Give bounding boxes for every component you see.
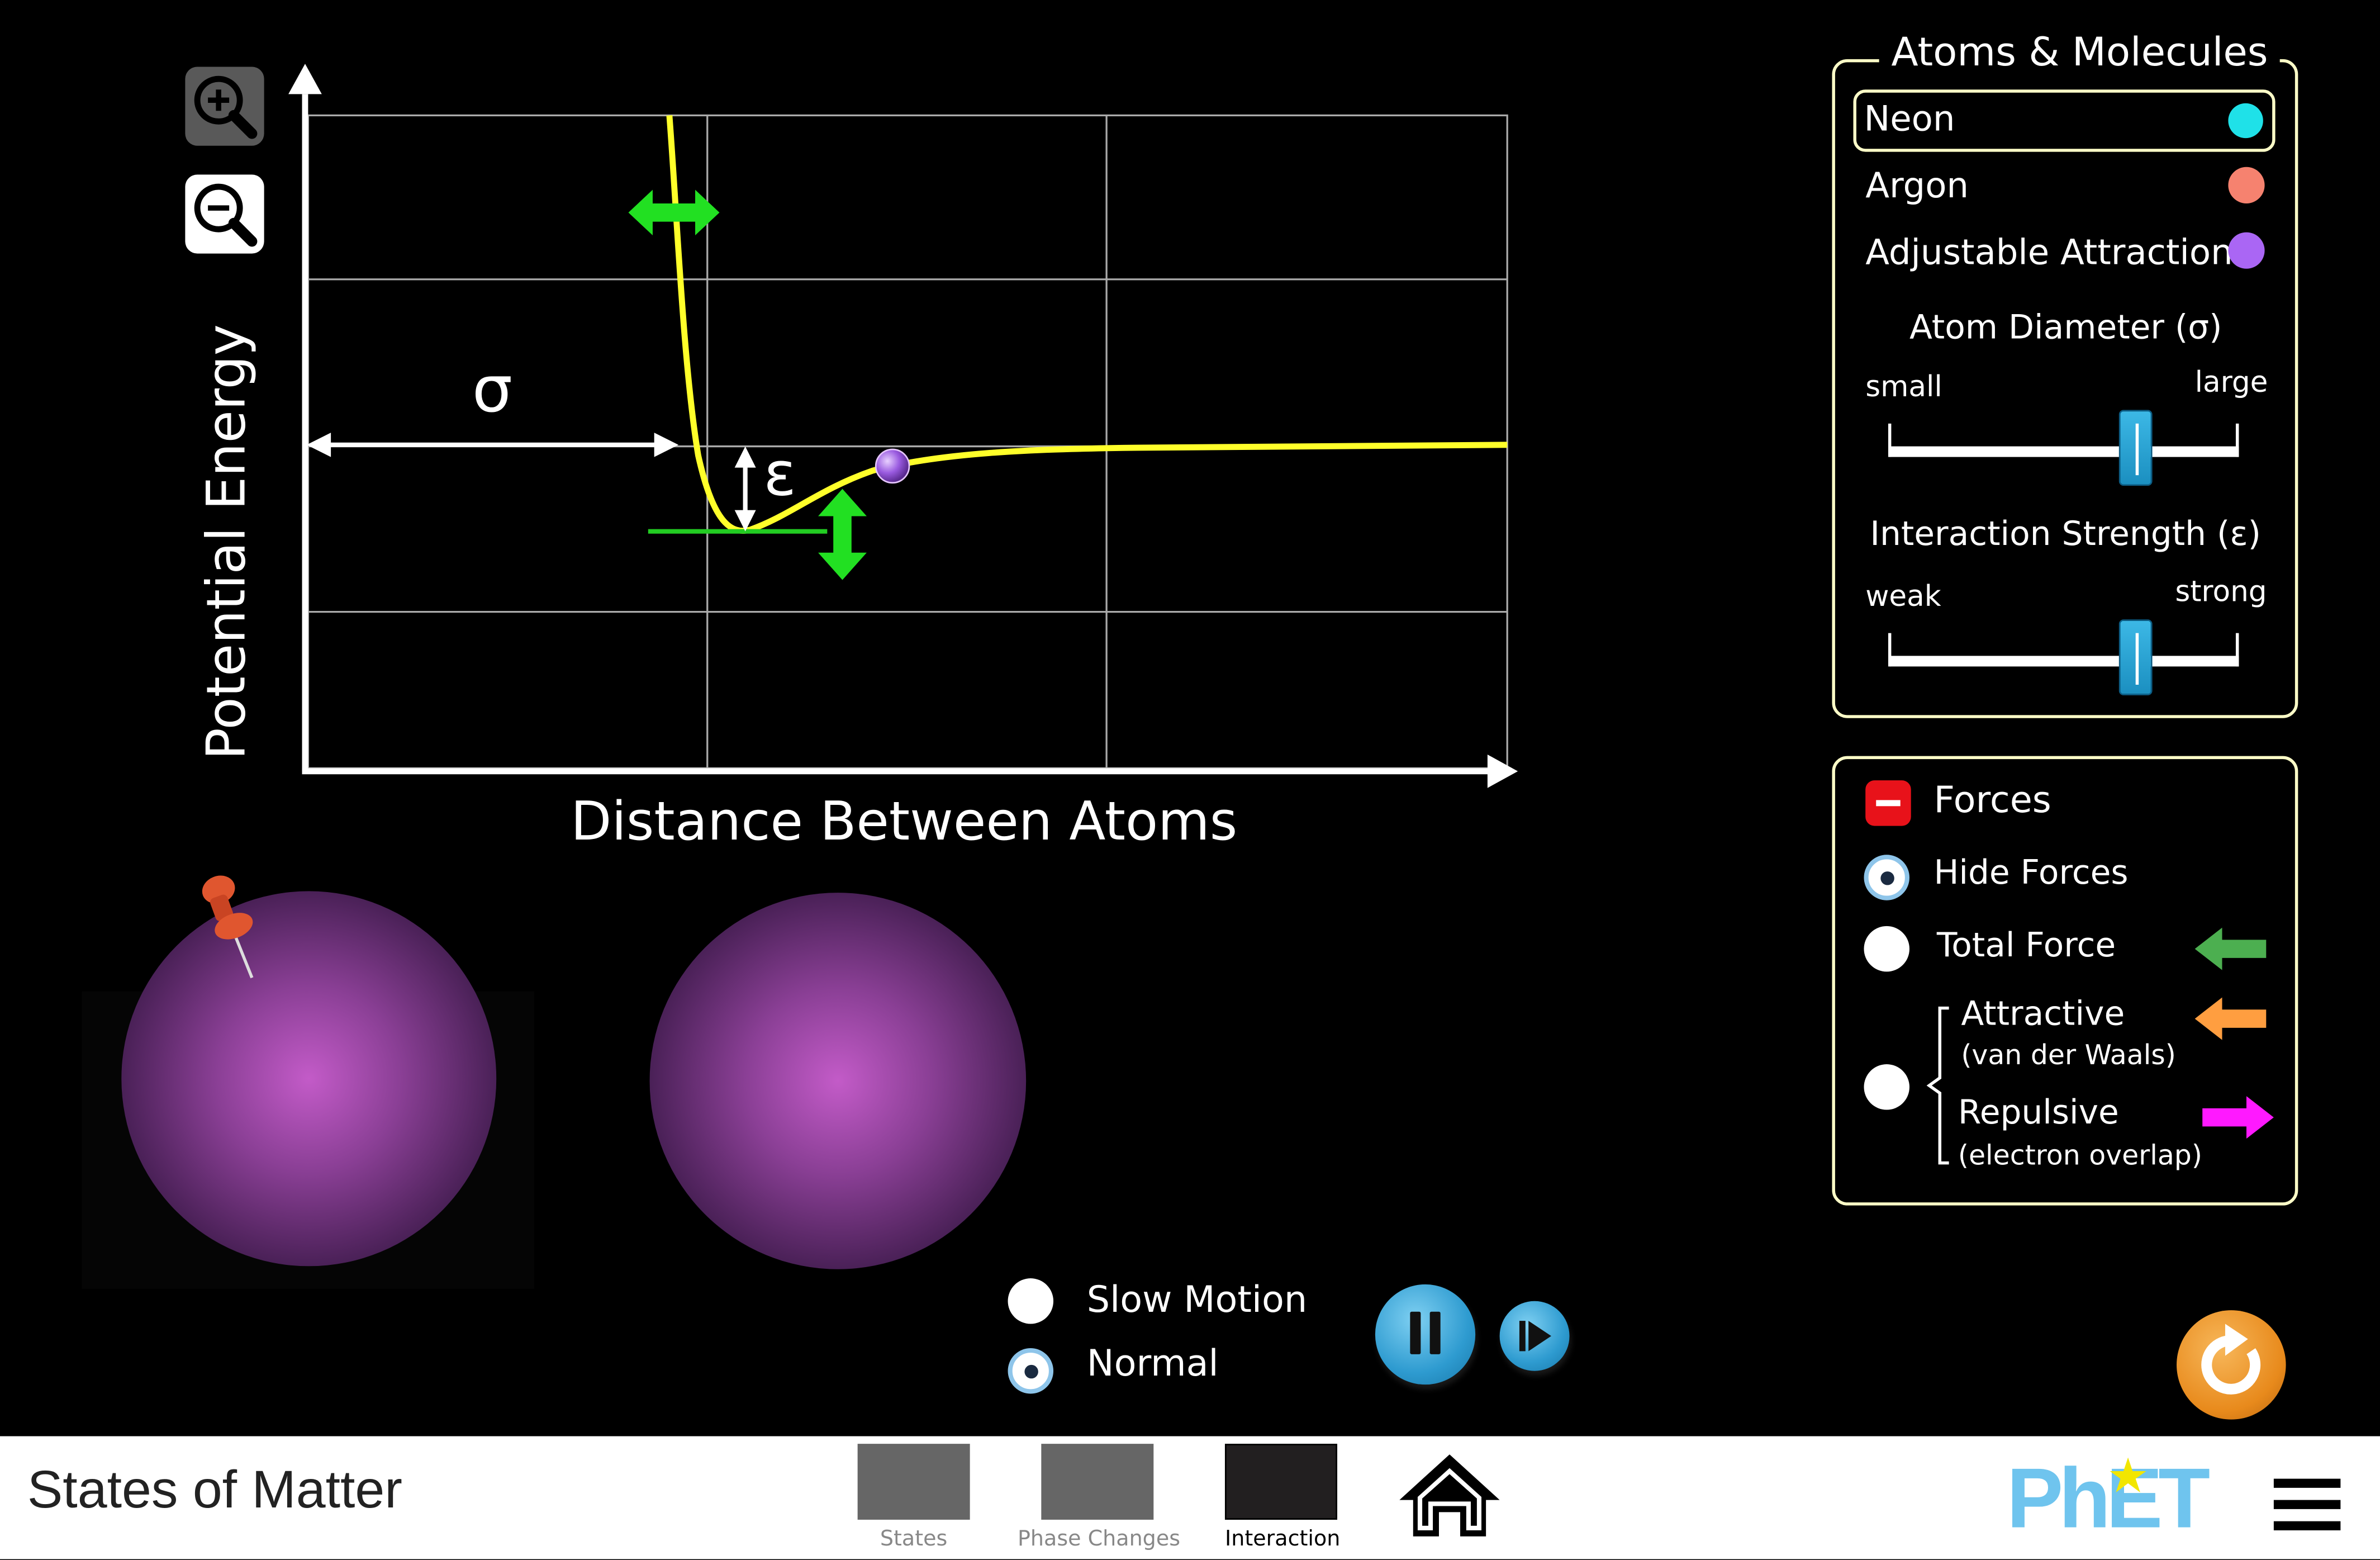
phet-logo-spark	[2110, 1457, 2146, 1493]
atom-option-label: Adjustable Attraction	[1865, 234, 2233, 273]
epsilon-drag-handle	[818, 489, 867, 580]
slider-min-label: small	[1865, 370, 1942, 404]
hide-forces-label: Hide Forces	[1934, 855, 2129, 893]
repulsive-label: Repulsive	[1958, 1094, 2119, 1133]
sim-screen: σ ε Potential Energy Distance Between At…	[0, 0, 2380, 1559]
step-forward-icon	[1519, 1321, 1551, 1352]
repulsive-sublabel: (electron overlap)	[1958, 1140, 2202, 1172]
slow-motion-radio[interactable]	[1008, 1278, 1054, 1324]
hide-forces-radio[interactable]	[1864, 855, 1909, 900]
sim-title: States of Matter	[27, 1460, 402, 1520]
slider-max-label: strong	[2175, 575, 2267, 609]
slider-tick	[2235, 423, 2239, 457]
phase-changes-screen-icon	[1041, 1444, 1154, 1520]
atom-diameter-track[interactable]	[1889, 446, 2239, 457]
slider-min-label: weak	[1865, 580, 1941, 614]
pause-icon	[1410, 1311, 1441, 1354]
total-force-radio[interactable]	[1864, 926, 1909, 972]
navigation-bar: States of Matter States Phase Changes In…	[0, 1436, 2380, 1559]
separation-marker	[875, 448, 910, 484]
interaction-screen-icon	[1224, 1444, 1337, 1520]
neon-color-dot	[2228, 103, 2263, 139]
y-axis-label: Potential Energy	[197, 324, 258, 760]
pause-button[interactable]	[1375, 1284, 1476, 1385]
interaction-strength-title: Interaction Strength (ε)	[1870, 516, 2261, 554]
slider-max-label: large	[2194, 366, 2268, 400]
slider-tick	[1888, 633, 1892, 667]
atoms-panel-title: Atoms & Molecules	[1879, 30, 2281, 76]
attractive-sublabel: (van der Waals)	[1961, 1040, 2176, 1072]
home-icon[interactable]	[1396, 1452, 1503, 1540]
repulsive-force-arrow-icon	[2202, 1096, 2274, 1139]
components-force-radio[interactable]	[1864, 1064, 1909, 1110]
slow-motion-label: Slow Motion	[1086, 1278, 1308, 1321]
pinned-atom	[121, 891, 497, 1267]
sigma-symbol: σ	[472, 352, 513, 427]
reset-all-button[interactable]	[2177, 1310, 2286, 1420]
movable-atom[interactable]	[649, 893, 1027, 1269]
screen-label: Phase Changes	[1018, 1527, 1181, 1552]
screen-button-states[interactable]: States	[847, 1436, 981, 1559]
normal-speed-label: Normal	[1086, 1342, 1219, 1385]
adjustable-color-dot	[2228, 232, 2265, 269]
slider-tick	[2235, 633, 2239, 667]
atom-diameter-thumb[interactable]	[2118, 410, 2153, 486]
epsilon-arrow	[734, 446, 756, 532]
slider-tick	[1888, 423, 1892, 457]
total-force-label: Total Force	[1936, 927, 2116, 966]
total-force-arrow-icon	[2194, 927, 2267, 970]
forces-collapse-button[interactable]	[1865, 780, 1911, 826]
x-axis-label: Distance Between Atoms	[571, 792, 1238, 854]
phet-logo-text: PhET	[2006, 1449, 2210, 1546]
pushpin-icon	[202, 875, 254, 979]
atom-option-label: Argon	[1865, 167, 1969, 207]
screen-label: States	[880, 1527, 948, 1552]
attractive-label: Attractive	[1961, 995, 2125, 1034]
reset-icon	[2201, 1324, 2261, 1395]
hamburger-menu-icon[interactable]	[2270, 1476, 2343, 1537]
atom-diameter-title: Atom Diameter (σ)	[1909, 310, 2222, 348]
screen-label: Interaction	[1225, 1527, 1341, 1552]
atom-option-label: Neon	[1864, 100, 1955, 140]
interaction-strength-track[interactable]	[1889, 656, 2239, 667]
graph-grid	[307, 114, 1508, 770]
screen-button-phase-changes[interactable]: Phase Changes	[1014, 1436, 1184, 1559]
step-forward-button[interactable]	[1499, 1301, 1570, 1371]
normal-speed-radio[interactable]	[1008, 1348, 1054, 1394]
states-screen-icon	[857, 1444, 970, 1520]
sigma-arrow	[306, 433, 679, 457]
forces-panel-title: Forces	[1934, 779, 2051, 822]
attractive-force-arrow-icon	[2194, 997, 2267, 1040]
minus-icon	[1876, 800, 1901, 807]
interaction-strength-thumb[interactable]	[2118, 619, 2153, 696]
argon-color-dot	[2228, 167, 2265, 203]
phet-logo[interactable]: PhET	[2007, 1450, 2250, 1549]
components-bracket	[1926, 1006, 1949, 1165]
screen-button-interaction[interactable]: Interaction	[1214, 1436, 1351, 1559]
epsilon-symbol: ε	[763, 440, 796, 510]
